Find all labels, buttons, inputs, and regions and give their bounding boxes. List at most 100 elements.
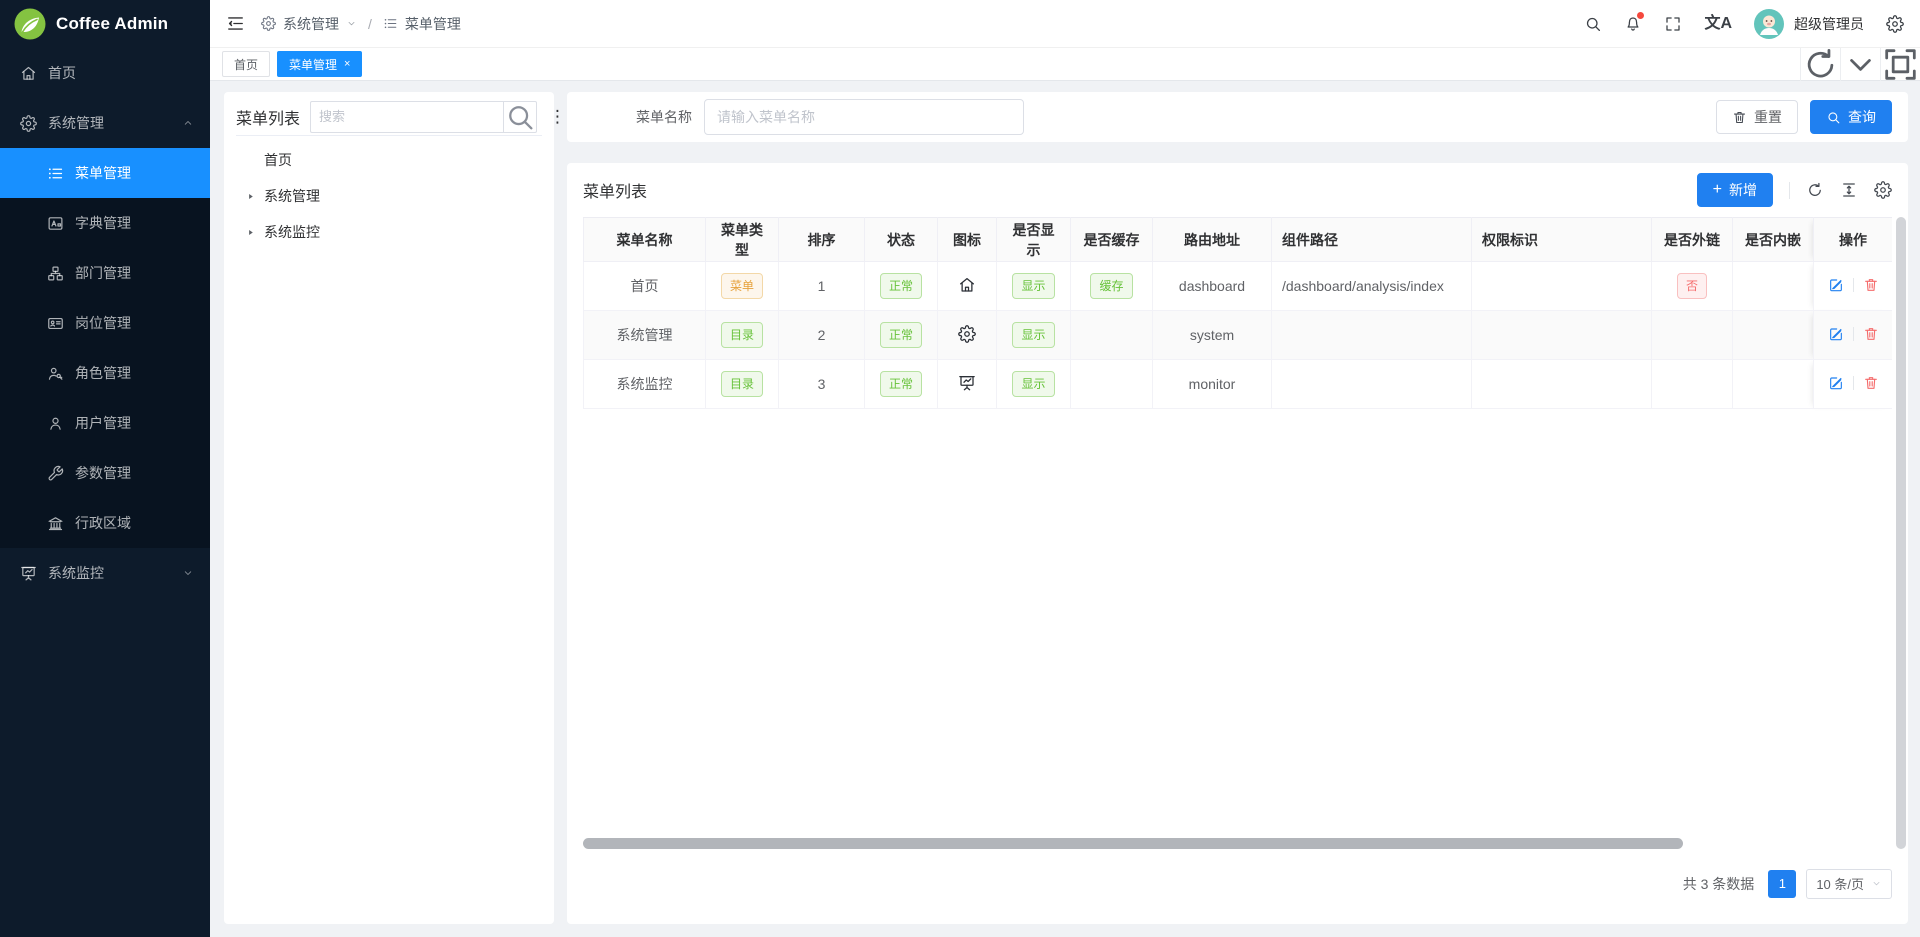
sidebar-item-menu-management[interactable]: 菜单管理 — [0, 148, 210, 198]
column-header-order: 排序 — [779, 218, 865, 262]
tree-search-button[interactable] — [503, 101, 537, 133]
sidebar-item-label: 系统管理 — [48, 113, 104, 133]
sidebar-item-label: 字典管理 — [75, 213, 131, 233]
menu-list-icon — [383, 16, 398, 31]
pagination: 共 3 条数据 1 10 条/页 — [583, 849, 1892, 924]
table-toolbar: + 新增 — [1697, 173, 1892, 207]
filter-label: 菜单名称 — [636, 107, 692, 127]
right-column: 菜单名称 重置 查询 菜单列表 — [567, 92, 1908, 924]
status-tag: 正常 — [880, 371, 922, 397]
add-button[interactable]: + 新增 — [1697, 173, 1773, 207]
trash-icon — [1732, 110, 1747, 125]
app-title: Coffee Admin — [56, 14, 168, 34]
tree-panel-header: 菜单列表 ⋮ — [236, 100, 542, 136]
tab-label: 首页 — [234, 56, 258, 73]
column-header-route: 路由地址 — [1153, 218, 1272, 262]
toggle-fullscreen-icon[interactable] — [1880, 48, 1920, 81]
caret-right-icon[interactable] — [245, 227, 256, 238]
tree-more-icon[interactable]: ⋮ — [547, 108, 568, 125]
home-icon — [20, 65, 37, 82]
sidebar-item-param-management[interactable]: 参数管理 — [0, 448, 210, 498]
breadcrumb: 系统管理 / 菜单管理 — [261, 14, 461, 34]
table-row: 系统管理目录2正常显示system — [584, 311, 1893, 360]
sidebar-item-home[interactable]: 首页 — [0, 48, 210, 98]
vertical-scrollbar-thumb[interactable] — [1896, 217, 1906, 849]
chevron-up-icon — [182, 117, 194, 129]
action-divider — [1853, 327, 1854, 341]
sidebar-item-dictionary-management[interactable]: 字典管理 — [0, 198, 210, 248]
reset-button[interactable]: 重置 — [1716, 100, 1798, 134]
cell-actions — [1814, 311, 1893, 360]
tab-menu-management[interactable]: 菜单管理× — [277, 51, 362, 77]
search-icon[interactable] — [1584, 15, 1602, 33]
cell-component — [1272, 360, 1472, 409]
tree-item-home[interactable]: 首页 — [236, 142, 542, 178]
tree-item-label: 首页 — [264, 150, 292, 170]
sidebar-menu: 首页系统管理菜单管理字典管理部门管理岗位管理角色管理用户管理参数管理行政区域系统… — [0, 48, 210, 937]
cell-cache — [1071, 311, 1153, 360]
menu-name-input[interactable] — [704, 99, 1024, 135]
visible-tag: 显示 — [1012, 273, 1054, 299]
tab-home[interactable]: 首页 — [222, 51, 270, 77]
sidebar-item-label: 首页 — [48, 63, 76, 83]
caret-right-icon[interactable] — [245, 191, 256, 202]
horizontal-scrollbar-thumb[interactable] — [583, 838, 1683, 849]
sidebar-item-role-management[interactable]: 角色管理 — [0, 348, 210, 398]
horizontal-scrollbar[interactable] — [583, 837, 1892, 849]
table-viewport: 菜单名称菜单类型排序状态图标是否显示是否缓存路由地址组件路径权限标识是否外链是否… — [583, 217, 1892, 837]
fullscreen-icon[interactable] — [1664, 15, 1682, 33]
visible-tag: 显示 — [1012, 371, 1054, 397]
tree-item-system-management[interactable]: 系统管理 — [236, 178, 542, 214]
tree-panel-title: 菜单列表 — [236, 105, 300, 129]
table-header-row: 菜单名称菜单类型排序状态图标是否显示是否缓存路由地址组件路径权限标识是否外链是否… — [584, 218, 1893, 262]
cell-component: /dashboard/analysis/index — [1272, 262, 1472, 311]
user-icon — [47, 415, 64, 432]
density-icon[interactable] — [1840, 181, 1858, 199]
department-icon — [47, 265, 64, 282]
edit-row-icon[interactable] — [1828, 277, 1844, 293]
edit-row-icon[interactable] — [1828, 326, 1844, 342]
topbar: 系统管理 / 菜单管理 文A 超级管理员 — [210, 0, 1920, 48]
tree-item-label: 系统监控 — [264, 222, 320, 242]
breadcrumb-item-system[interactable]: 系统管理 — [283, 14, 339, 34]
chevron-down-icon — [182, 567, 194, 579]
collapse-sidebar-icon[interactable] — [226, 14, 245, 33]
cell-route: monitor — [1153, 360, 1272, 409]
table-body: 首页菜单1正常显示缓存dashboard/dashboard/analysis/… — [584, 262, 1893, 409]
user-menu[interactable]: 超级管理员 — [1754, 9, 1864, 39]
translate-icon[interactable]: 文A — [1704, 16, 1732, 32]
column-header-name: 菜单名称 — [584, 218, 706, 262]
cell-order: 1 — [779, 262, 865, 311]
home-icon — [958, 276, 976, 294]
edit-row-icon[interactable] — [1828, 375, 1844, 391]
tab-dropdown-icon[interactable] — [1840, 48, 1880, 81]
sidebar-item-label: 角色管理 — [75, 363, 131, 383]
cell-status: 正常 — [865, 311, 938, 360]
sidebar-item-post-management[interactable]: 岗位管理 — [0, 298, 210, 348]
sidebar-item-department-management[interactable]: 部门管理 — [0, 248, 210, 298]
query-button[interactable]: 查询 — [1810, 100, 1892, 134]
delete-row-icon[interactable] — [1863, 277, 1879, 293]
delete-row-icon[interactable] — [1863, 375, 1879, 391]
close-tab-icon[interactable]: × — [344, 58, 350, 70]
settings-gear-icon[interactable] — [1886, 15, 1904, 33]
delete-row-icon[interactable] — [1863, 326, 1879, 342]
tree-search-input[interactable] — [310, 101, 503, 133]
reset-button-label: 重置 — [1754, 107, 1782, 127]
pagination-page-1[interactable]: 1 — [1768, 870, 1796, 898]
filter-bar: 菜单名称 重置 查询 — [567, 92, 1908, 142]
column-header-actions: 操作 — [1814, 218, 1893, 262]
sidebar-item-system-monitor[interactable]: 系统监控 — [0, 548, 210, 598]
sidebar-item-system-management[interactable]: 系统管理 — [0, 98, 210, 148]
sidebar-item-user-management[interactable]: 用户管理 — [0, 398, 210, 448]
tree-item-system-monitor[interactable]: 系统监控 — [236, 214, 542, 250]
cell-name: 系统管理 — [584, 311, 706, 360]
page-size-select[interactable]: 10 条/页 — [1806, 869, 1892, 899]
refresh-tab-icon[interactable] — [1800, 48, 1840, 81]
column-settings-gear-icon[interactable] — [1874, 181, 1892, 199]
gear-icon — [958, 325, 976, 343]
refresh-table-icon[interactable] — [1806, 181, 1824, 199]
sidebar-item-region-management[interactable]: 行政区域 — [0, 498, 210, 548]
notification-bell-icon[interactable] — [1624, 15, 1642, 33]
status-tag: 正常 — [880, 322, 922, 348]
